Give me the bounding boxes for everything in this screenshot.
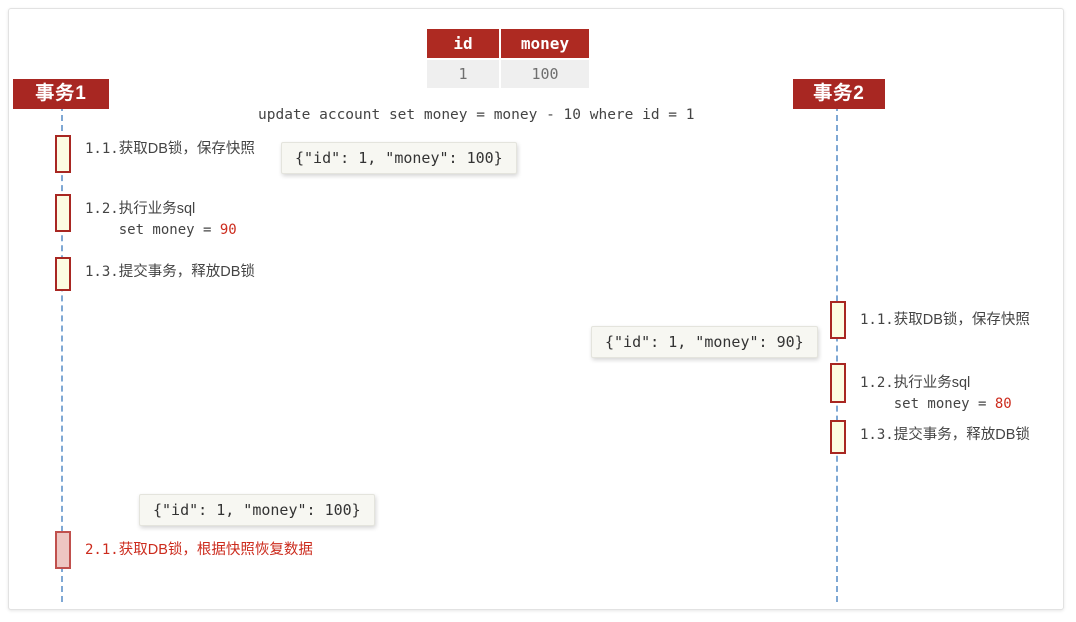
step-right-2: 1.2.执行业务sql set money = 80 xyxy=(860,373,1012,415)
activation-bar-left-2 xyxy=(55,194,71,232)
table-header-id: id xyxy=(427,29,501,58)
step-left-3: 1.3.提交事务，释放DB锁 xyxy=(85,262,255,283)
activation-bar-right-3 xyxy=(830,420,846,454)
activation-bar-rollback xyxy=(55,531,71,569)
step-right-2-text: 执行业务sql xyxy=(893,375,971,391)
actor-label-transaction-1[interactable]: 事务1 xyxy=(13,79,109,109)
step-left-2: 1.2.执行业务sql set money = 90 xyxy=(85,199,237,241)
table-cell-id: 1 xyxy=(427,58,501,88)
activation-bar-right-1 xyxy=(830,301,846,339)
step-left-1-text: 获取DB锁，保存快照 xyxy=(118,141,255,157)
actor-label-transaction-2[interactable]: 事务2 xyxy=(793,79,885,109)
table-row: 1 100 xyxy=(427,58,589,88)
step-right-1-number: 1.1. xyxy=(860,312,894,328)
step-right-3: 1.3.提交事务，释放DB锁 xyxy=(860,425,1030,446)
step-left-2-sub-value: 90 xyxy=(219,222,237,238)
table-cell-money: 100 xyxy=(501,58,589,88)
step-right-3-text: 提交事务，释放DB锁 xyxy=(893,427,1030,443)
lifeline-transaction-1 xyxy=(61,105,63,602)
snapshot-box-top: {"id": 1, "money": 100} xyxy=(281,142,517,174)
step-left-2-text: 执行业务sql xyxy=(118,201,196,217)
step-right-3-number: 1.3. xyxy=(860,427,894,443)
lifeline-transaction-2 xyxy=(836,105,838,602)
step-left-3-number: 1.3. xyxy=(85,264,119,280)
step-left-1: 1.1.获取DB锁，保存快照 xyxy=(85,139,255,160)
step-right-1: 1.1.获取DB锁，保存快照 xyxy=(860,310,1030,331)
snapshot-box-bottom: {"id": 1, "money": 100} xyxy=(139,494,375,526)
step-left-1-number: 1.1. xyxy=(85,141,119,157)
step-right-1-text: 获取DB锁，保存快照 xyxy=(893,312,1030,328)
snapshot-box-middle: {"id": 1, "money": 90} xyxy=(591,326,818,358)
activation-bar-left-3 xyxy=(55,257,71,291)
step-rollback: 2.1.获取DB锁，根据快照恢复数据 xyxy=(85,540,313,561)
table-header-money: money xyxy=(501,29,589,58)
diagram-frame: 事务1 事务2 id money 1 100 update account se… xyxy=(8,8,1064,610)
step-rollback-text: 获取DB锁，根据快照恢复数据 xyxy=(118,542,313,558)
activation-bar-left-1 xyxy=(55,135,71,173)
table-header-row: id money xyxy=(427,29,589,58)
step-right-2-number: 1.2. xyxy=(860,375,894,391)
activation-bar-right-2 xyxy=(830,363,846,403)
sql-statement: update account set money = money - 10 wh… xyxy=(258,107,695,123)
step-left-2-number: 1.2. xyxy=(85,201,119,217)
step-left-3-text: 提交事务，释放DB锁 xyxy=(118,264,255,280)
step-right-2-sub-prefix: set money = xyxy=(860,396,995,412)
step-right-2-sub-value: 80 xyxy=(994,396,1012,412)
account-data-table: id money 1 100 xyxy=(427,29,589,88)
diagram-canvas: 事务1 事务2 id money 1 100 update account se… xyxy=(0,0,1076,622)
step-rollback-number: 2.1. xyxy=(85,542,119,558)
step-left-2-sub-prefix: set money = xyxy=(85,222,220,238)
